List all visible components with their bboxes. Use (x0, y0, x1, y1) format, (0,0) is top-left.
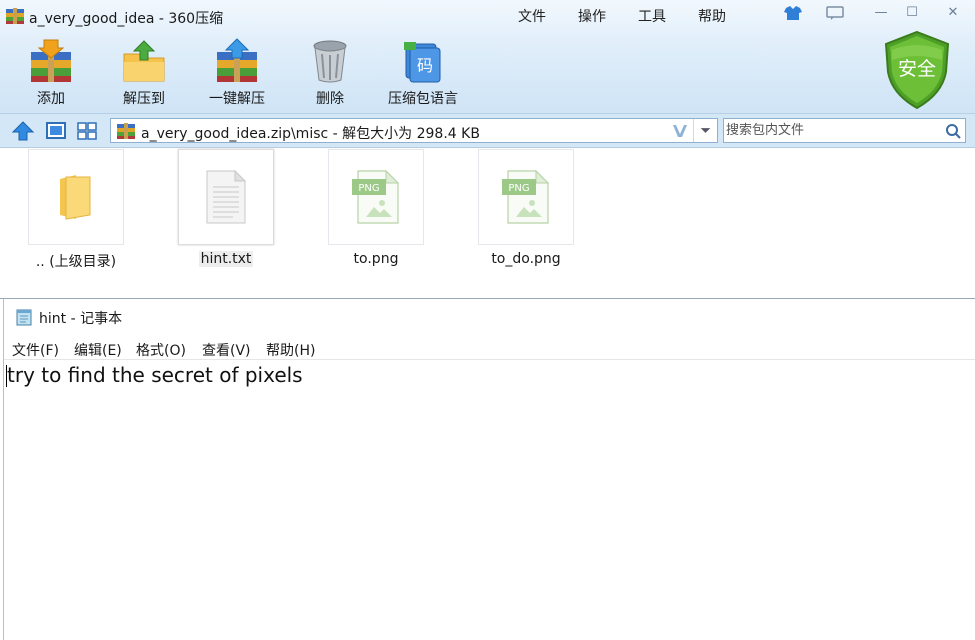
up-arrow-icon[interactable] (11, 120, 35, 142)
zip-header: a_very_good_idea - 360压缩 文件 操作 工具 帮助 — ☐… (0, 0, 975, 114)
delete-label: 删除 (316, 91, 344, 107)
archive-language-button[interactable]: 码 压缩包语言 (383, 38, 463, 108)
feedback-icon[interactable] (822, 3, 848, 23)
png-tag: PNG (508, 183, 529, 194)
extract-to-label: 解压到 (123, 91, 165, 107)
address-field[interactable]: a_very_good_idea.zip\misc - 解包大小为 298.4 … (110, 118, 718, 143)
menu-help[interactable]: 帮助 (698, 6, 726, 26)
zip-window: a_very_good_idea - 360压缩 文件 操作 工具 帮助 — ☐… (0, 0, 975, 299)
extract-to-icon (123, 40, 165, 82)
np-menu-view[interactable]: 查看(V) (202, 340, 251, 360)
add-archive-icon (31, 39, 71, 82)
add-button[interactable]: 添加 (11, 38, 91, 108)
zip-app-icon (6, 8, 24, 24)
notepad-menu-bar: 文件(F) 编辑(E) 格式(O) 查看(V) 帮助(H) (4, 339, 975, 360)
notepad-text-area[interactable]: try to find the secret of pixels (7, 363, 303, 387)
one-click-extract-label: 一键解压 (209, 91, 265, 107)
delete-button[interactable]: 删除 (290, 38, 370, 108)
close-button[interactable]: ✕ (940, 3, 966, 23)
file-item-to-png[interactable]: PNG to.png (326, 149, 426, 267)
file-name: to.png (353, 251, 399, 267)
archive-icon (117, 123, 135, 139)
archive-language-icon: 码 (404, 42, 441, 83)
chevron-down-icon[interactable] (693, 119, 717, 142)
address-path: a_very_good_idea.zip\misc - 解包大小为 298.4 … (141, 126, 480, 142)
security-shield-icon[interactable]: 安全 (882, 30, 952, 110)
np-menu-file[interactable]: 文件(F) (12, 340, 59, 360)
notepad-title: hint - 记事本 (39, 311, 123, 327)
menu-file[interactable]: 文件 (518, 6, 546, 26)
np-menu-edit[interactable]: 编辑(E) (74, 340, 122, 360)
png-file-icon: PNG (502, 169, 550, 224)
text-file-icon (206, 169, 247, 224)
extract-to-button[interactable]: 解压到 (104, 38, 184, 108)
np-menu-format[interactable]: 格式(O) (136, 340, 186, 360)
minimize-button[interactable]: — (868, 3, 894, 23)
search-box (723, 118, 966, 143)
file-item-parent-dir[interactable]: .. (上级目录) (26, 149, 126, 271)
file-list: .. (上级目录) hint.txt PNG to.png PNG to_do.… (0, 149, 975, 298)
np-menu-help[interactable]: 帮助(H) (266, 340, 315, 360)
search-icon[interactable] (944, 122, 962, 140)
file-name: to_do.png (491, 251, 561, 267)
file-name: .. (上级目录) (35, 254, 117, 270)
png-tag: PNG (358, 183, 379, 194)
window-title: a_very_good_idea - 360压缩 (29, 11, 224, 27)
one-click-extract-icon (217, 38, 257, 82)
one-click-extract-button[interactable]: 一键解压 (197, 38, 277, 108)
notepad-icon (16, 309, 32, 326)
add-label: 添加 (37, 91, 65, 107)
file-item-hint-txt[interactable]: hint.txt (176, 149, 276, 267)
maximize-button[interactable]: ☐ (899, 3, 925, 23)
shield-label: 安全 (898, 58, 936, 80)
delete-icon (313, 40, 347, 83)
verified-v-icon (673, 125, 687, 137)
skin-icon[interactable] (780, 3, 806, 23)
svg-text:码: 码 (417, 56, 433, 75)
menu-tools[interactable]: 工具 (638, 6, 666, 26)
large-icon-view-icon[interactable] (44, 120, 68, 142)
notepad-window: hint - 记事本 文件(F) 编辑(E) 格式(O) 查看(V) 帮助(H)… (3, 299, 975, 640)
list-view-icon[interactable] (75, 120, 99, 142)
menu-operate[interactable]: 操作 (578, 6, 606, 26)
address-bar-row: a_very_good_idea.zip\misc - 解包大小为 298.4 … (0, 114, 975, 148)
archive-language-label: 压缩包语言 (388, 91, 458, 107)
png-file-icon: PNG (352, 169, 400, 224)
search-input[interactable] (726, 121, 936, 140)
file-name: hint.txt (198, 251, 254, 267)
file-item-to-do-png[interactable]: PNG to_do.png (476, 149, 576, 267)
folder-icon (60, 175, 91, 220)
